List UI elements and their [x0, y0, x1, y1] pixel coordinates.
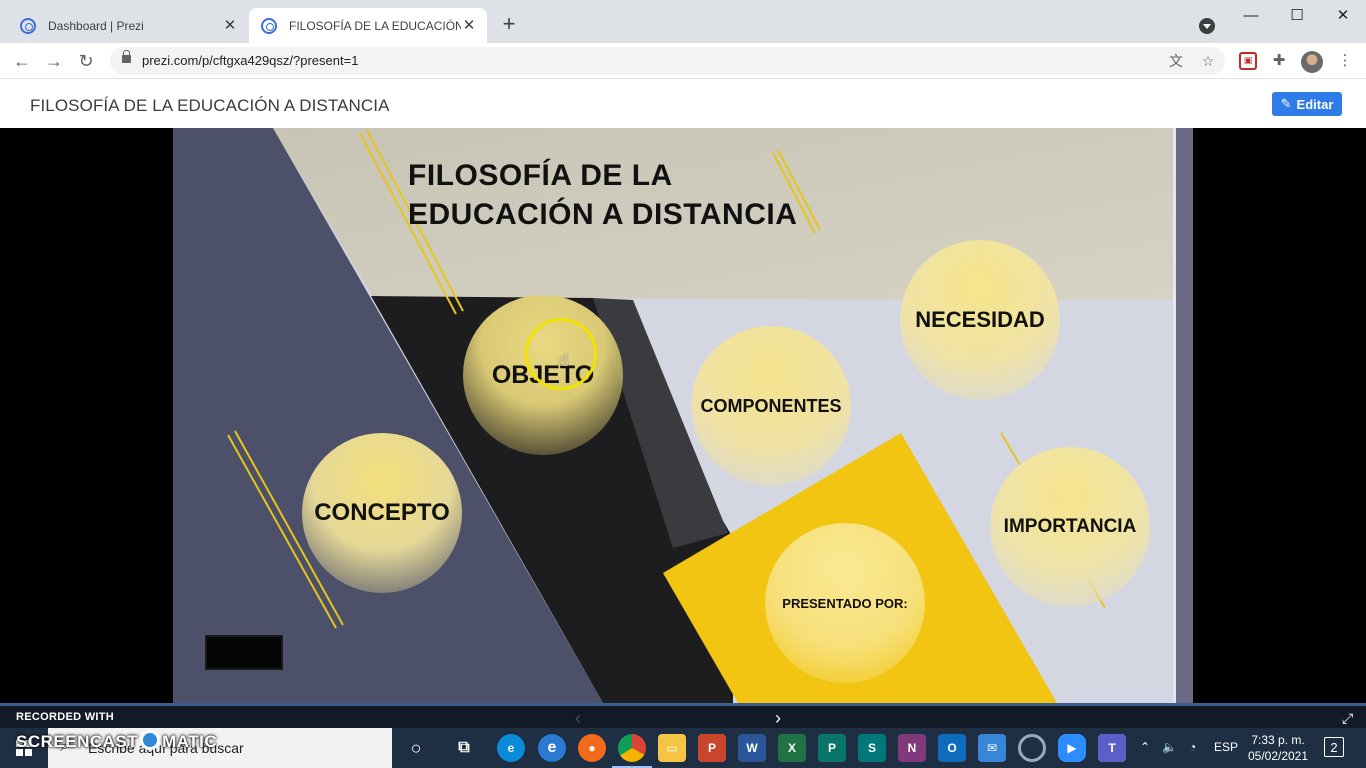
back-icon[interactable]: ←	[10, 49, 34, 73]
chevron-right-icon[interactable]: ›	[775, 708, 781, 729]
topic-necesidad[interactable]: NECESIDAD	[900, 240, 1060, 400]
fullscreen-icon[interactable]: ⤢	[1342, 710, 1353, 727]
address-bar[interactable]: prezi.com/p/cftgxa429qsz/?present=1 文 ☆	[110, 47, 1225, 75]
topic-presentado[interactable]: PRESENTADO POR:	[765, 523, 925, 683]
translate-icon[interactable]: 文	[1168, 53, 1184, 69]
watermark-text: MATIC	[162, 732, 218, 751]
windows-taskbar: ⌕ Escribe aquí para buscar SCREENCAST MAT…	[0, 728, 1366, 768]
close-icon[interactable]: ✕	[222, 17, 238, 34]
zoom-icon[interactable]: ▶	[1058, 734, 1086, 762]
presentation-nav-bar: RECORDED WITH ‹ › ⤢	[0, 703, 1366, 728]
redacted-box	[205, 635, 283, 670]
edit-button-label: Editar	[1296, 96, 1334, 112]
tab-search-icon[interactable]	[1199, 18, 1215, 34]
mail-icon[interactable]: ✉	[978, 734, 1006, 762]
teams-icon[interactable]: T	[1098, 734, 1126, 762]
edit-button[interactable]: ✎ Editar	[1272, 92, 1342, 116]
forward-icon[interactable]: →	[42, 49, 66, 73]
extension-icon[interactable]: ▣	[1239, 52, 1257, 70]
topic-label: COMPONENTES	[700, 395, 842, 416]
clock-time: 7:33 p. m.	[1251, 733, 1305, 747]
edge-icon[interactable]: e	[497, 734, 525, 762]
topic-label: IMPORTANCIA	[1003, 516, 1137, 537]
topic-label: NECESIDAD	[915, 307, 1045, 332]
more-icon[interactable]: ⋮	[1336, 52, 1354, 70]
pencil-icon: ✎	[1280, 96, 1292, 111]
tab-dashboard[interactable]: Dashboard | Prezi ✕	[8, 8, 248, 43]
chrome-icon[interactable]	[612, 734, 652, 768]
tab-presentation[interactable]: FILOSOFÍA DE LA EDUCACIÓN A ✕	[249, 8, 487, 43]
clock-date: 05/02/2021	[1247, 749, 1309, 763]
sway-icon[interactable]: S	[858, 734, 886, 762]
powerpoint-icon[interactable]: P	[698, 734, 726, 762]
firefox-icon[interactable]: ●	[578, 734, 606, 762]
prezi-favicon-icon	[20, 17, 36, 34]
volume-icon[interactable]: 🔈	[1162, 740, 1177, 754]
reload-icon[interactable]: ↻	[74, 49, 98, 73]
slide-title-line: EDUCACIÓN A DISTANCIA	[408, 198, 798, 231]
close-icon[interactable]: ✕	[461, 17, 477, 34]
recorder-label: RECORDED WITH	[16, 711, 115, 723]
slide-edge	[1176, 128, 1193, 703]
browser-tab-strip: Dashboard | Prezi ✕ FILOSOFÍA DE LA EDUC…	[0, 0, 1366, 43]
topic-importancia[interactable]: IMPORTANCIA	[990, 447, 1150, 607]
new-tab-button[interactable]: +	[497, 13, 521, 37]
slide[interactable]: FILOSOFÍA DE LA EDUCACIÓN A DISTANCIA OB…	[173, 128, 1176, 703]
outlook-icon[interactable]: O	[938, 734, 966, 762]
topic-concepto[interactable]: CONCEPTO	[302, 433, 462, 593]
cortana-icon[interactable]: ○	[402, 734, 430, 762]
ie-icon[interactable]: e	[538, 734, 566, 762]
browser-toolbar: ← → ↻ prezi.com/p/cftgxa429qsz/?present=…	[0, 43, 1366, 79]
onenote-icon[interactable]: N	[898, 734, 926, 762]
lock-icon	[122, 50, 131, 63]
tab-title: Dashboard | Prezi	[48, 18, 144, 33]
topic-componentes[interactable]: COMPONENTES	[691, 326, 851, 486]
topic-label: PRESENTADO POR:	[782, 595, 908, 611]
file-explorer-icon[interactable]: ▭	[658, 734, 686, 762]
screencast-app-icon[interactable]	[1018, 734, 1046, 762]
task-view-icon[interactable]: ⧉	[450, 734, 478, 762]
presentation-stage[interactable]: FILOSOFÍA DE LA EDUCACIÓN A DISTANCIA OB…	[0, 128, 1366, 703]
show-hidden-icons-icon[interactable]: ⌃	[1140, 740, 1150, 754]
word-icon[interactable]: W	[738, 734, 766, 762]
slide-title-line: FILOSOFÍA DE LA	[408, 159, 673, 192]
topic-label: CONCEPTO	[314, 499, 450, 526]
record-icon	[140, 730, 161, 750]
network-icon[interactable]: ◔	[1189, 740, 1196, 754]
language-indicator[interactable]: ESP	[1214, 740, 1238, 754]
profile-avatar[interactable]	[1301, 51, 1323, 73]
screencast-watermark: SCREENCAST MATIC	[16, 730, 217, 752]
notification-center-icon[interactable]: 2	[1324, 737, 1344, 757]
prezi-favicon-icon	[261, 17, 277, 34]
clock[interactable]: 7:33 p. m. 05/02/2021	[1246, 732, 1310, 764]
chevron-left-icon[interactable]: ‹	[575, 708, 581, 729]
prezi-header: FILOSOFÍA DE LA EDUCACIÓN A DISTANCIA ✎ …	[0, 79, 1366, 128]
page-title: FILOSOFÍA DE LA EDUCACIÓN A DISTANCIA	[30, 96, 390, 115]
tab-title: FILOSOFÍA DE LA EDUCACIÓN A	[289, 18, 461, 33]
window-close-button[interactable]: ✕	[1320, 4, 1366, 28]
url-text[interactable]: prezi.com/p/cftgxa429qsz/?present=1	[142, 53, 358, 68]
slide-title: FILOSOFÍA DE LA EDUCACIÓN A DISTANCIA	[408, 156, 797, 234]
minimize-button[interactable]: —	[1228, 4, 1274, 28]
star-icon[interactable]: ☆	[1200, 53, 1216, 69]
excel-icon[interactable]: X	[778, 734, 806, 762]
hand-cursor-icon: ☝	[558, 350, 569, 370]
puzzle-icon[interactable]: ✚	[1270, 52, 1288, 70]
watermark-text: SCREENCAST	[16, 732, 139, 751]
publisher-icon[interactable]: P	[818, 734, 846, 762]
maximize-button[interactable]: ☐	[1274, 4, 1320, 28]
